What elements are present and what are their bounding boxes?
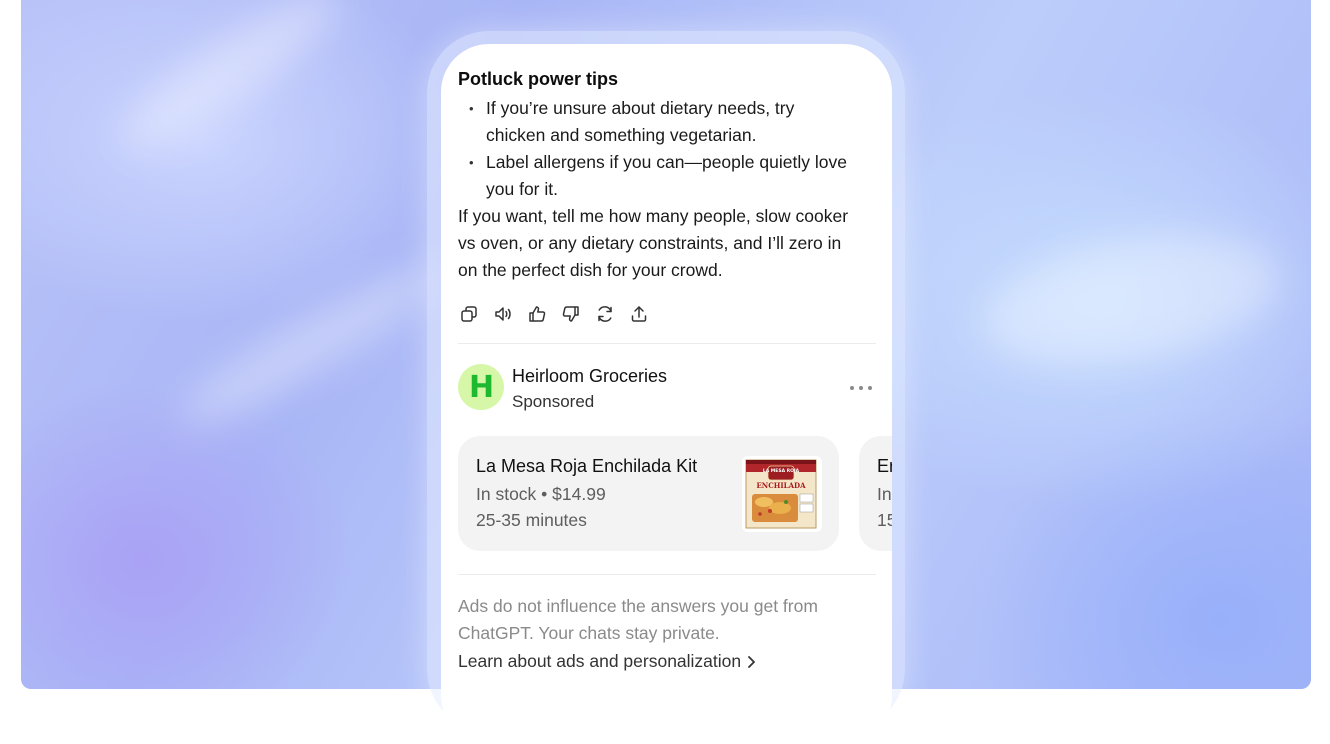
product-card[interactable]: En In 15: [859, 436, 892, 551]
message-actions: [458, 303, 650, 325]
sponsored-label: Sponsored: [512, 392, 595, 411]
tip-item: If you’re unsure about dietary needs, tr…: [458, 95, 858, 149]
sponsor-logo-letter: H: [468, 369, 494, 405]
chat-screen: Potluck power tips If you’re unsure abou…: [441, 44, 892, 744]
thumbs-up-icon[interactable]: [526, 303, 548, 325]
product-stock-price: In: [877, 484, 892, 504]
divider: [458, 343, 876, 344]
product-card[interactable]: La Mesa Roja Enchilada Kit In stock • $1…: [458, 436, 839, 551]
product-delivery-time: 25-35 minutes: [476, 510, 587, 530]
learn-link-label: Learn about ads and personalization: [458, 651, 742, 671]
product-title: En: [877, 456, 892, 476]
sponsor-logo: H: [458, 364, 504, 410]
product-title: La Mesa Roja Enchilada Kit: [476, 456, 698, 476]
tip-item: Label allergens if you can—people quietl…: [458, 149, 858, 203]
product-image: LA MESA ROJA ENCHILADA: [742, 456, 822, 532]
copy-icon[interactable]: [458, 303, 480, 325]
tips-list: If you’re unsure about dietary needs, tr…: [458, 95, 858, 203]
product-stock-price: In stock • $14.99: [476, 484, 606, 504]
thumbs-down-icon[interactable]: [560, 303, 582, 325]
read-aloud-icon[interactable]: [492, 303, 514, 325]
learn-about-ads-link[interactable]: Learn about ads and personalization: [458, 651, 756, 672]
regenerate-icon[interactable]: [594, 303, 616, 325]
ads-disclaimer: Ads do not influence the answers you get…: [458, 596, 818, 643]
tips-title: Potluck power tips: [458, 69, 619, 89]
product-image-text: ENCHILADA: [756, 481, 806, 490]
sponsor-header: H Heirloom Groceries Sponsored: [458, 364, 878, 414]
share-icon[interactable]: [628, 303, 650, 325]
sponsor-name: Heirloom Groceries: [512, 366, 668, 386]
chevron-right-icon: [747, 654, 756, 671]
product-delivery-time: 15: [877, 510, 892, 530]
divider: [458, 574, 876, 575]
product-image-brand: LA MESA ROJA: [763, 468, 800, 474]
response-paragraph: If you want, tell me how many people, sl…: [458, 206, 849, 280]
more-options-icon[interactable]: [850, 378, 872, 398]
